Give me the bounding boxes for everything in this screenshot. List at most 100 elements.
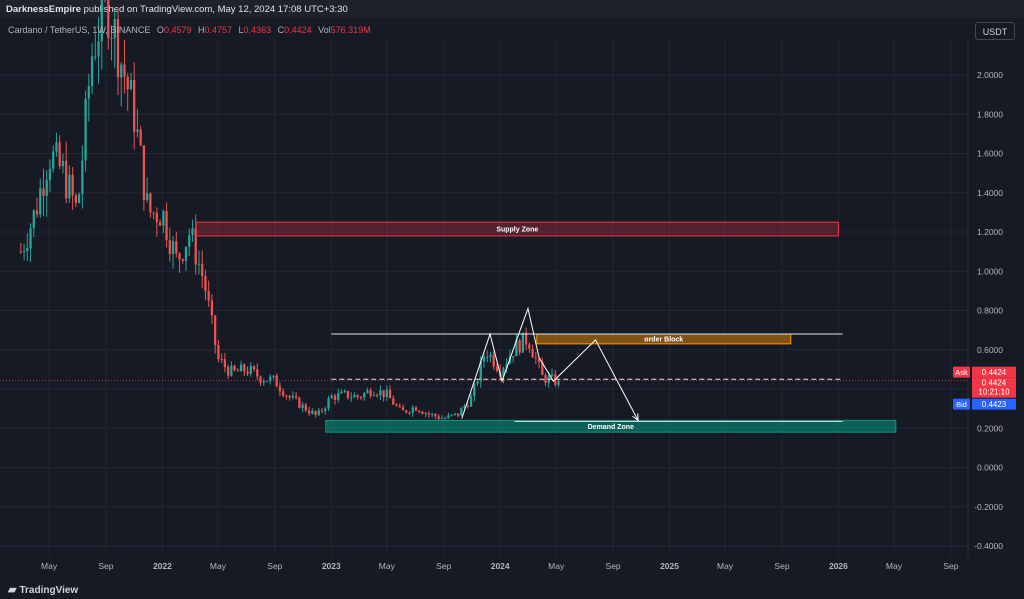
candle-body [450,414,453,416]
candle-body [265,381,269,383]
x-tick-label: Sep [943,561,958,571]
y-tick-label: 0.0000 [977,463,1003,473]
candle-body [314,410,317,415]
candle-body [58,142,61,167]
candle-body [492,354,495,367]
candle-body [139,129,142,146]
candle-body [295,395,298,398]
candle-body [330,395,333,399]
x-tick-label: May [717,561,734,571]
candle-body [278,386,282,392]
y-tick-label: 1.4000 [977,188,1003,198]
candle-body [405,410,408,413]
candle-body [544,375,547,383]
y-tick-label: 0.2000 [977,423,1003,433]
candle-body [401,407,405,411]
currency-button[interactable]: USDT [975,22,1015,40]
x-tick-label: Sep [606,561,621,571]
candle-body [158,222,162,226]
candle-body [74,195,78,203]
candle-body [61,160,65,167]
ask-value: 0.4424 [982,368,1007,377]
candle-body [307,410,311,414]
horizontal-lines [0,333,968,422]
y-tick-label: 1.0000 [977,266,1003,276]
candle-body [65,160,68,199]
candle-body [52,151,55,169]
x-tick-label: 2023 [322,561,341,571]
candle-body [217,344,220,360]
candle-body [324,408,327,411]
volume-label: Vol [318,25,331,35]
candle-body [100,0,103,42]
candle-body [557,380,560,385]
candle-body [246,371,249,374]
candle-body [340,391,343,394]
candle-body [126,76,129,90]
symbol-legend: Cardano / TetherUS, 1W, BINANCE O0.4579 … [8,25,371,35]
candle-body [453,413,456,415]
candle-body [460,408,463,416]
candle-body [482,357,486,362]
candle-body [486,357,489,359]
candle-body [346,390,350,398]
bid-tag-label: Bid [956,400,967,409]
candle-body [385,389,388,398]
open-value: 0.4579 [163,25,192,35]
candle-body [252,366,256,370]
footer [0,578,1024,599]
candle-body [184,246,188,261]
candle-body [162,211,165,226]
y-tick-label: 1.2000 [977,227,1003,237]
candle-body [366,390,369,394]
candle-body [39,188,42,215]
candle-body [531,348,534,358]
candle-body [301,404,304,408]
candle-body [55,142,58,152]
candle-body [155,212,158,223]
candle-body [408,412,411,414]
candle-body [534,357,537,359]
candle-body [424,413,427,415]
candle-body [178,253,181,260]
x-tick-label: May [379,561,396,571]
candle-body [320,410,324,412]
zone-label: Demand Zone [588,424,634,431]
candle-body [259,376,262,383]
x-tick-label: Sep [774,561,789,571]
tradingview-logo[interactable]: ▰ TradingView [8,583,78,596]
candle-body [136,129,139,132]
candle-body [191,228,194,236]
candle-body [317,410,320,415]
candle-body [304,404,307,411]
candle-body [256,369,259,377]
candle-body [171,241,175,254]
x-tick-label: May [41,561,58,571]
candle-body [149,193,152,213]
bid-value: 0.4423 [982,400,1007,409]
x-tick-label: May [548,561,565,571]
price-chart[interactable]: Supply Zone order Block Demand Zone 2.0000… [0,0,1024,599]
volume-value: 576.319M [330,25,371,35]
candle-body [236,370,239,372]
candle-body [392,398,395,405]
candle-body [181,259,184,261]
candle-body [97,41,100,57]
candle-body [282,391,285,396]
candle-body [81,160,84,195]
candle-body [489,354,492,358]
symbol-name[interactable]: Cardano / TetherUS, 1W, BINANCE [8,25,150,35]
candle-body [243,364,246,372]
candle-body [369,390,372,396]
candle-body [84,98,87,161]
candle-body [275,375,278,387]
candle-body [431,413,434,415]
candle-body [223,359,227,368]
candle-body [379,390,382,396]
candle-body [350,397,353,399]
candle-body [233,365,236,371]
x-tick-label: Sep [98,561,113,571]
chart-grid [0,40,968,556]
candle-body [90,56,94,86]
price-axis: 2.0000 1.8000 1.6000 1.4000 1.2000 1.0000 0.80… [967,40,1003,556]
